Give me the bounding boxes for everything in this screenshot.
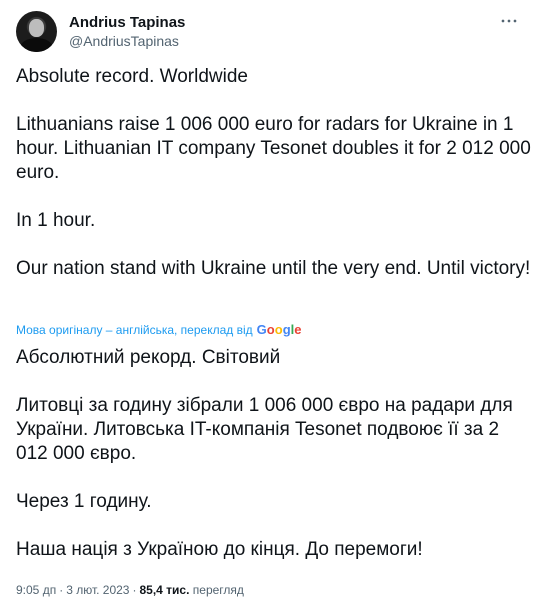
- views-label: перегляд: [192, 583, 244, 597]
- tweet-paragraph-translated: Через 1 годину.: [16, 491, 152, 512]
- tweet-paragraph-translated: Наша нація з Україною до кінця. До перем…: [16, 539, 423, 560]
- tweet-text-original: Absolute record. Worldwide Lithuanians r…: [16, 65, 532, 281]
- tweet-time[interactable]: 9:05 дп: [16, 583, 56, 597]
- author-name[interactable]: Andrius Tapinas: [69, 14, 185, 31]
- tweet-paragraph: In 1 hour.: [16, 210, 96, 231]
- tweet-paragraph-translated: Литовці за годину зібрали 1 006 000 євро…: [16, 395, 513, 464]
- google-logo: Google: [256, 322, 302, 337]
- avatar-face: [29, 19, 44, 37]
- views-count: 85,4 тис.: [139, 583, 190, 597]
- tweet-paragraph: Absolute record. Worldwide: [16, 66, 248, 87]
- meta-separator: ·: [132, 583, 137, 597]
- tweet-card: Andrius Tapinas @AndriusTapinas Absolute…: [0, 0, 541, 611]
- tweet-date[interactable]: 3 лют. 2023: [66, 583, 129, 597]
- tweet-paragraph-translated: Абсолютний рекорд. Світовий: [16, 347, 281, 368]
- more-options-button[interactable]: [497, 11, 521, 35]
- translation-notice[interactable]: Мова оригіналу – англійська, переклад ві…: [16, 322, 302, 338]
- tweet-paragraph: Our nation stand with Ukraine until the …: [16, 258, 531, 279]
- avatar-shoulders: [20, 38, 53, 52]
- author-handle[interactable]: @AndriusTapinas: [69, 33, 179, 49]
- more-horizontal-icon: [500, 12, 518, 35]
- avatar[interactable]: [16, 11, 57, 52]
- translation-notice-text: Мова оригіналу – англійська, переклад ві…: [16, 323, 253, 337]
- tweet-paragraph: Lithuanians raise 1 006 000 euro for rad…: [16, 114, 531, 183]
- meta-separator: ·: [59, 583, 64, 597]
- tweet-meta: 9:05 дп · 3 лют. 2023 · 85,4 тис. перегляд: [16, 583, 244, 597]
- tweet-text-translated: Абсолютний рекорд. Світовий Литовці за г…: [16, 346, 532, 562]
